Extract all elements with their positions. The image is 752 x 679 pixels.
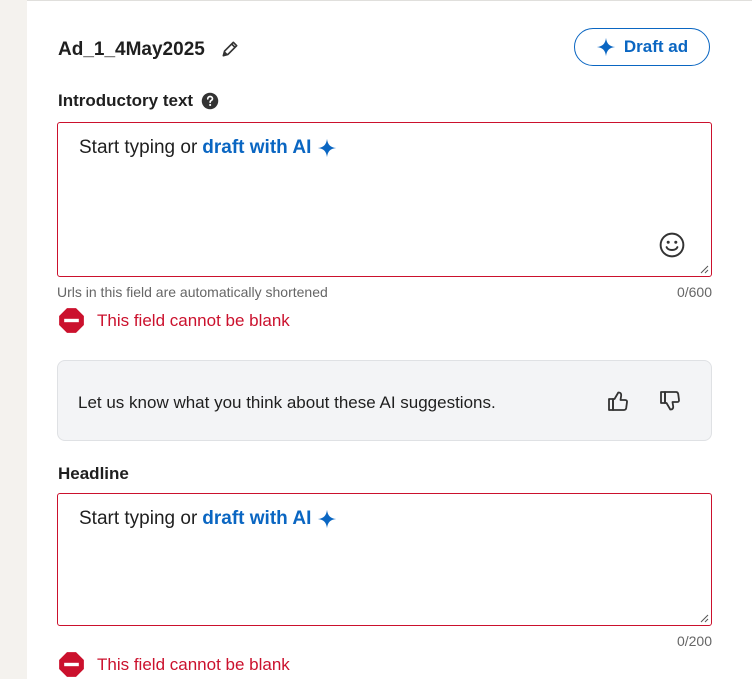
headline-text-field[interactable]: Start typing or draft with AI (57, 493, 712, 626)
help-circle-icon[interactable] (201, 92, 219, 110)
headline-label: Headline (58, 464, 129, 483)
thumbs-up-icon[interactable] (606, 389, 630, 413)
intro-error: This field cannot be blank (58, 307, 290, 334)
headline-error: This field cannot be blank (58, 651, 290, 678)
headline-char-counter: 0/200 (676, 633, 712, 649)
headline-placeholder: Start typing or draft with AI (79, 508, 337, 530)
intro-draft-with-ai-link[interactable]: draft with AI (202, 137, 311, 159)
ai-feedback-card: Let us know what you think about these A… (57, 360, 712, 441)
draft-ad-button[interactable]: Draft ad (574, 28, 710, 66)
intro-char-counter: 0/600 (676, 284, 712, 300)
headline-draft-with-ai-link[interactable]: draft with AI (202, 508, 311, 530)
intro-hint: Urls in this field are automatically sho… (57, 284, 328, 300)
resize-handle-icon[interactable] (699, 613, 709, 623)
ad-editor-panel: Ad_1_4May2025 Draft ad Introductory text… (27, 0, 752, 679)
sparkle-icon (596, 37, 616, 57)
headline-placeholder-prefix: Start typing or (79, 508, 198, 529)
ai-feedback-text: Let us know what you think about these A… (78, 393, 496, 412)
intro-label-row: Introductory text (58, 91, 219, 111)
sparkle-icon (318, 509, 337, 529)
intro-placeholder-prefix: Start typing or (79, 137, 198, 158)
smiley-icon[interactable] (659, 232, 685, 258)
error-stop-icon (59, 308, 84, 333)
error-stop-icon (59, 652, 84, 677)
intro-label: Introductory text (58, 91, 194, 110)
intro-text-field[interactable]: Start typing or draft with AI (57, 122, 712, 277)
thumbs-down-icon[interactable] (658, 389, 682, 413)
headline-error-text: This field cannot be blank (97, 654, 290, 674)
draft-ad-label: Draft ad (623, 37, 689, 56)
sparkle-icon (318, 138, 337, 158)
intro-error-text: This field cannot be blank (97, 310, 290, 330)
ad-name-title: Ad_1_4May2025 (58, 39, 205, 60)
intro-placeholder: Start typing or draft with AI (79, 137, 337, 159)
resize-handle-icon[interactable] (699, 264, 709, 274)
pencil-icon[interactable] (220, 39, 240, 59)
